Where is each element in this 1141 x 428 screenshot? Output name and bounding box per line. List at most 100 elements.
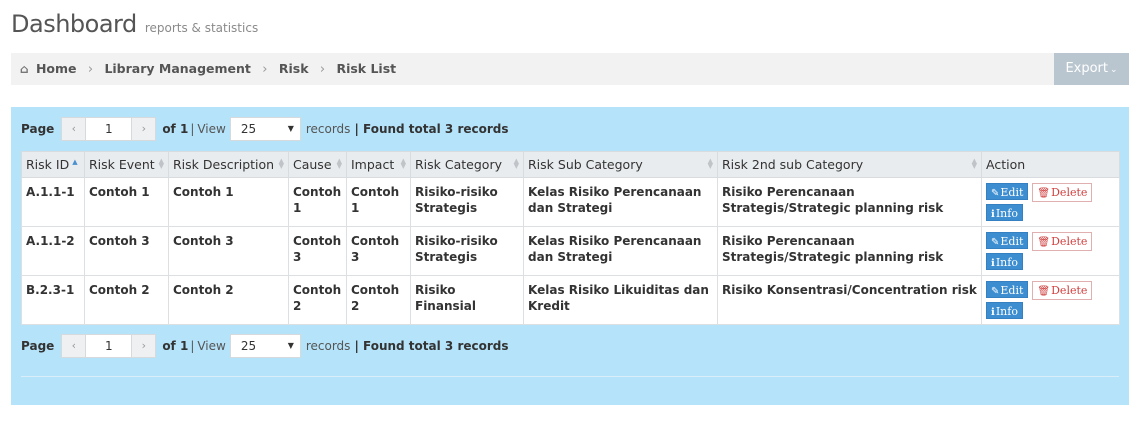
- breadcrumb-risk[interactable]: Risk: [279, 61, 309, 76]
- delete-button[interactable]: 🗑Delete: [1032, 183, 1093, 202]
- records-label: records: [305, 122, 351, 136]
- cell-risk-category: Risiko Finansial: [410, 275, 524, 325]
- cell-risk-event: Contoh 1: [84, 177, 169, 227]
- records-per-page-select[interactable]: 25 ▼: [229, 117, 301, 141]
- cell-risk-id: A.1.1-2: [21, 226, 85, 276]
- column-header-risk-event[interactable]: Risk Event ▲ ▼: [84, 151, 169, 178]
- export-label: Export: [1065, 61, 1108, 76]
- column-header-risk-category[interactable]: Risk Category ▲ ▼: [410, 151, 524, 178]
- sort-icon: ▲ ▼: [158, 157, 164, 170]
- records-per-page-value: 25: [240, 339, 257, 353]
- delete-button[interactable]: 🗑Delete: [1032, 281, 1093, 300]
- breadcrumb: ⌂ Home › Library Management › Risk › Ris…: [20, 53, 396, 85]
- home-icon[interactable]: ⌂: [20, 53, 29, 85]
- cell-risk-event: Contoh 3: [84, 226, 169, 276]
- records-label: records: [305, 339, 351, 353]
- column-header-risk-description[interactable]: Risk Description ▲ ▼: [168, 151, 289, 178]
- cell-cause: Contoh 3: [288, 226, 347, 276]
- page-count: of 1: [162, 339, 189, 353]
- pencil-icon: ✎: [991, 188, 1000, 199]
- page-number-input[interactable]: [86, 117, 132, 141]
- pipe-separator: |: [190, 122, 195, 136]
- column-header-action: Action: [981, 151, 1120, 178]
- cell-cause: Contoh 1: [288, 177, 347, 227]
- cell-action: ✎Edit 🗑Delete ℹInfo: [981, 177, 1120, 227]
- info-button[interactable]: ℹInfo: [986, 204, 1023, 221]
- cell-risk-id: B.2.3-1: [21, 275, 85, 325]
- cell-risk-category: Risiko-risiko Strategis: [410, 226, 524, 276]
- records-per-page-value: 25: [240, 122, 257, 136]
- info-button[interactable]: ℹInfo: [986, 302, 1023, 319]
- page-header: Dashboard reports & statistics: [11, 10, 258, 46]
- cell-cause: Contoh 2: [288, 275, 347, 325]
- breadcrumb-separator: ›: [87, 62, 94, 77]
- risk-table: Risk ID ▲ Risk Event ▲ ▼ Risk Description ▲ ▼…: [21, 151, 1120, 325]
- cell-risk-sub-category: Kelas Risiko Likuiditas dan Kredit: [523, 275, 718, 325]
- cell-risk-sub-category: Kelas Risiko Perencanaan dan Strategi: [523, 177, 718, 227]
- cell-impact: Contoh 3: [346, 226, 411, 276]
- info-icon: ℹ: [991, 307, 995, 318]
- next-page-button[interactable]: ›: [131, 117, 157, 141]
- sort-icon: ▲ ▼: [278, 157, 284, 170]
- cell-risk-description: Contoh 3: [168, 226, 289, 276]
- edit-button[interactable]: ✎Edit: [986, 183, 1029, 200]
- table-row: A.1.1-2 Contoh 3 Contoh 3 Contoh 3 Conto…: [21, 226, 1120, 276]
- page-title: Dashboard: [11, 10, 137, 38]
- next-page-button[interactable]: ›: [131, 334, 157, 358]
- risk-list-panel: Page ‹ › of 1 | View 25 ▼ records | Found…: [11, 107, 1129, 405]
- risk-table-wrap: Risk ID ▲ Risk Event ▲ ▼ Risk Description ▲ ▼…: [21, 151, 1120, 325]
- cell-risk-2nd-sub-category: Risiko Perencanaan Strategis/Strategic p…: [717, 226, 982, 276]
- sort-icon: ▲ ▼: [707, 157, 713, 170]
- page-label: Page: [21, 339, 55, 353]
- page-number-input[interactable]: [86, 334, 132, 358]
- cell-action: ✎Edit 🗑Delete ℹInfo: [981, 226, 1120, 276]
- cell-risk-category: Risiko-risiko Strategis: [410, 177, 524, 227]
- pencil-icon: ✎: [991, 237, 1000, 248]
- panel-divider: [21, 376, 1119, 377]
- column-header-risk-sub-category[interactable]: Risk Sub Category ▲ ▼: [523, 151, 718, 178]
- trash-icon: 🗑: [1037, 286, 1051, 297]
- sort-icon: ▲ ▼: [400, 157, 406, 170]
- column-header-cause[interactable]: Cause ▲ ▼: [288, 151, 347, 178]
- prev-page-button[interactable]: ‹: [61, 334, 87, 358]
- page-label: Page: [21, 122, 55, 136]
- page-count: of 1: [162, 122, 189, 136]
- pager-bottom: Page ‹ › of 1 | View 25 ▼ records | Found…: [21, 334, 509, 358]
- breadcrumb-risk-list: Risk List: [336, 61, 397, 76]
- caret-down-icon: ▼: [287, 124, 294, 133]
- column-header-risk-2nd-sub-category[interactable]: Risk 2nd sub Category ▲ ▼: [717, 151, 982, 178]
- pipe-separator: |: [190, 339, 195, 353]
- breadcrumb-separator: ›: [319, 62, 326, 77]
- table-row: A.1.1-1 Contoh 1 Contoh 1 Contoh 1 Conto…: [21, 177, 1120, 227]
- trash-icon: 🗑: [1037, 237, 1051, 248]
- page-subtitle: reports & statistics: [144, 21, 259, 35]
- sort-asc-icon: ▲: [72, 158, 78, 166]
- cell-risk-description: Contoh 2: [168, 275, 289, 325]
- breadcrumb-library-management[interactable]: Library Management: [104, 61, 250, 76]
- cell-risk-2nd-sub-category: Risiko Konsentrasi/Concentration risk: [717, 275, 982, 325]
- edit-button[interactable]: ✎Edit: [986, 232, 1029, 249]
- cell-risk-description: Contoh 1: [168, 177, 289, 227]
- caret-down-icon: ▼: [287, 341, 294, 350]
- cell-risk-event: Contoh 2: [84, 275, 169, 325]
- sort-icon: ▲ ▼: [513, 157, 519, 170]
- trash-icon: 🗑: [1037, 188, 1051, 199]
- records-per-page-select[interactable]: 25 ▼: [229, 334, 301, 358]
- cell-action: ✎Edit 🗑Delete ℹInfo: [981, 275, 1120, 325]
- cell-impact: Contoh 1: [346, 177, 411, 227]
- view-label: View: [197, 339, 226, 353]
- column-header-impact[interactable]: Impact ▲ ▼: [346, 151, 411, 178]
- cell-risk-sub-category: Kelas Risiko Perencanaan dan Strategi: [523, 226, 718, 276]
- info-icon: ℹ: [991, 258, 995, 269]
- info-icon: ℹ: [991, 209, 995, 220]
- found-total: | Found total 3 records: [354, 122, 509, 136]
- column-header-risk-id[interactable]: Risk ID ▲: [21, 151, 85, 178]
- info-button[interactable]: ℹInfo: [986, 253, 1023, 270]
- delete-button[interactable]: 🗑Delete: [1032, 232, 1093, 251]
- prev-page-button[interactable]: ‹: [61, 117, 87, 141]
- edit-button[interactable]: ✎Edit: [986, 281, 1029, 298]
- breadcrumb-home[interactable]: Home: [36, 61, 77, 76]
- export-button[interactable]: Export ⌄: [1054, 53, 1129, 85]
- breadcrumb-bar: ⌂ Home › Library Management › Risk › Ris…: [11, 53, 1129, 85]
- table-row: B.2.3-1 Contoh 2 Contoh 2 Contoh 2 Conto…: [21, 275, 1120, 325]
